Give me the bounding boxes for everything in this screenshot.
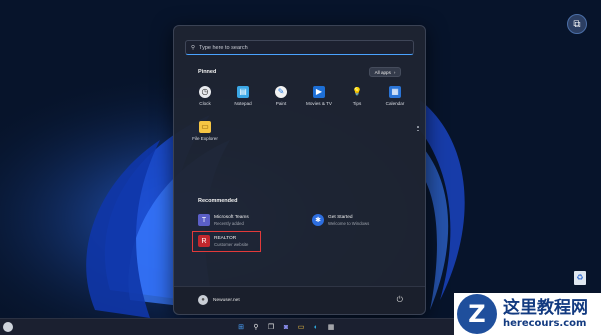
- all-apps-button[interactable]: All apps ›: [369, 67, 401, 77]
- user-account[interactable]: ● Newuser.net: [198, 295, 240, 305]
- pinned-app-notepad[interactable]: ▤ Notepad: [225, 86, 261, 106]
- recycle-bin-icon[interactable]: ♻: [574, 271, 586, 285]
- selection-highlight-box: [192, 231, 261, 252]
- pinned-app-tips[interactable]: 💡 Tips: [339, 86, 375, 107]
- desktop-shortcut-icon[interactable]: ⧉: [567, 14, 587, 34]
- watermark-logo: Z: [457, 294, 497, 334]
- start-menu: ⚲ Type here to search Pinned All apps › …: [173, 25, 426, 315]
- pinned-app-label: Movies & TV: [306, 101, 332, 106]
- pinned-app-label: Tips: [352, 101, 362, 106]
- recommended-item-get-started[interactable]: ✱ Get Started Welcome to Windows: [312, 214, 369, 226]
- calendar-icon: ▦: [389, 86, 401, 98]
- pinned-app-label: Notepad: [234, 101, 252, 106]
- tips-icon: 💡: [352, 87, 362, 96]
- pinned-app-label: Calendar: [385, 101, 405, 106]
- start-menu-footer: ● Newuser.net ⏻: [174, 286, 425, 314]
- page-indicator-dots[interactable]: [417, 126, 419, 133]
- user-name: Newuser.net: [213, 297, 240, 303]
- chat-icon[interactable]: ◙: [281, 322, 291, 332]
- recommended-subtitle: Recently added: [214, 220, 244, 226]
- pinned-app-label: File Explorer: [192, 136, 218, 141]
- file-explorer-icon[interactable]: ▭: [296, 322, 306, 332]
- get-started-icon: ✱: [312, 214, 324, 226]
- chevron-right-icon: ›: [393, 69, 396, 75]
- recommended-heading: Recommended: [198, 198, 238, 204]
- edge-icon[interactable]: ◐: [311, 322, 321, 332]
- search-icon[interactable]: ⚲: [251, 322, 261, 332]
- pinned-app-label: Clock: [199, 101, 211, 106]
- site-watermark: Z 这里教程网 herecours.com: [454, 293, 601, 335]
- recommended-subtitle: Welcome to Windows: [328, 220, 370, 226]
- pinned-heading: Pinned: [198, 69, 217, 75]
- power-icon[interactable]: ⏻: [397, 295, 403, 305]
- recommended-title: Microsoft Teams: [214, 214, 249, 220]
- task-view-icon[interactable]: ❐: [266, 322, 276, 332]
- store-icon[interactable]: ▦: [326, 322, 336, 332]
- recommended-title: Get Started: [328, 214, 353, 220]
- watermark-title: 这里教程网: [503, 298, 588, 319]
- pinned-app-file-explorer[interactable]: ▭ File Explorer: [187, 121, 223, 141]
- avatar: ●: [198, 295, 208, 305]
- watermark-url: herecours.com: [503, 317, 587, 329]
- pinned-app-clock[interactable]: ◷ Clock: [187, 86, 223, 106]
- clock-icon: ◷: [199, 86, 211, 98]
- all-apps-label: All apps: [374, 69, 391, 75]
- recommended-item-teams[interactable]: T Microsoft Teams Recently added: [198, 214, 249, 226]
- widgets-icon[interactable]: [3, 322, 13, 332]
- paint-icon: ✎: [275, 86, 287, 98]
- pinned-app-calendar[interactable]: ▦ Calendar: [377, 86, 413, 106]
- pinned-app-movies[interactable]: ▶ Movies & TV: [301, 86, 337, 106]
- notepad-icon: ▤: [237, 86, 249, 98]
- movies-icon: ▶: [313, 86, 325, 98]
- folder-icon: ▭: [199, 121, 211, 133]
- pinned-app-paint[interactable]: ✎ Paint: [263, 86, 299, 106]
- search-input[interactable]: ⚲ Type here to search: [185, 40, 414, 55]
- search-icon: ⚲: [191, 44, 196, 51]
- pinned-app-label: Paint: [275, 101, 287, 106]
- search-placeholder: Type here to search: [199, 44, 248, 51]
- teams-icon: T: [198, 214, 210, 226]
- start-icon[interactable]: ⊞: [236, 322, 246, 332]
- taskbar-icons: ⊞ ⚲ ❐ ◙ ▭ ◐ ▦: [236, 322, 336, 332]
